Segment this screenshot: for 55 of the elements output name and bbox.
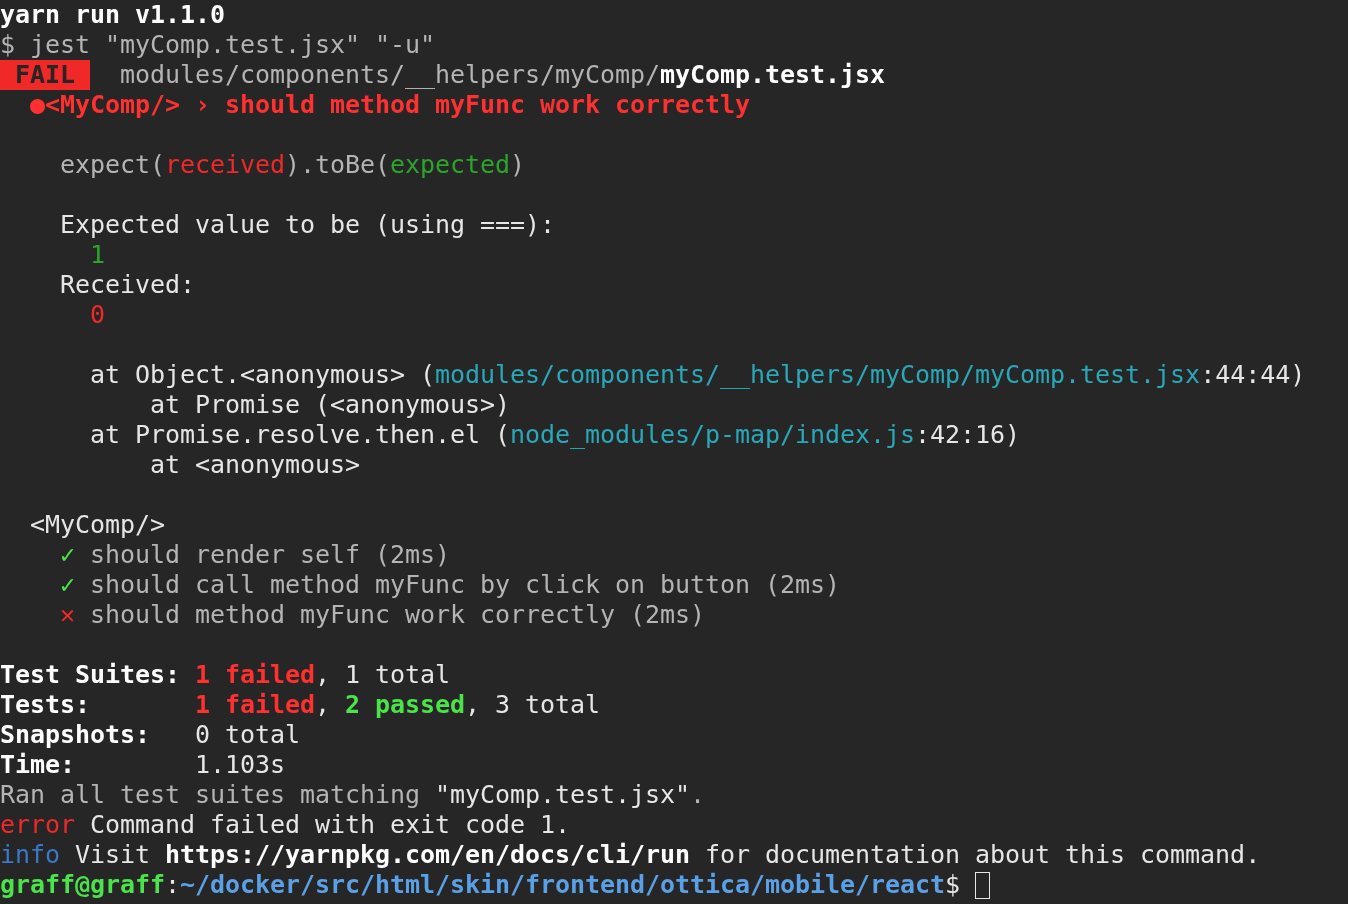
- terminal-text: node_modules/p-map/index.js: [510, 420, 916, 450]
- terminal-text: info: [0, 840, 60, 870]
- terminal-text: received: [165, 150, 286, 180]
- terminal-text: ✕: [59, 600, 75, 630]
- terminal-text: .: [690, 780, 706, 810]
- terminal-text: $: [945, 870, 961, 900]
- terminal-text: at Promise (<anonymous>): [149, 390, 511, 420]
- terminal-text: Snapshots:: [0, 720, 151, 750]
- terminal-text: 0 total: [195, 720, 301, 750]
- terminal-text: error: [0, 810, 75, 840]
- terminal-text: Command failed with exit code 1.: [89, 810, 571, 840]
- terminal-text: 0: [89, 300, 105, 330]
- terminal-text: , 1 total: [315, 660, 451, 690]
- terminal-text: should render self (2ms): [89, 540, 451, 570]
- terminal-text: ✓: [59, 540, 75, 570]
- terminal-text: ).toBe(: [285, 150, 391, 180]
- terminal-text: 1: [89, 240, 105, 270]
- terminal-text: modules/components/__helpers/myComp/: [119, 60, 661, 90]
- terminal-text: 1 failed: [195, 690, 316, 720]
- terminal-text: :: [165, 870, 181, 900]
- terminal-text: expect(: [59, 150, 165, 180]
- terminal-text: Received:: [59, 270, 196, 300]
- terminal-text: :42:16): [915, 420, 1021, 450]
- terminal-text: for documentation about this command.: [704, 840, 1261, 870]
- terminal-text: Ran all test suites matching: [0, 780, 422, 810]
- terminal-text: myComp.test.jsx: [660, 60, 886, 90]
- terminal-text: 2 passed: [345, 690, 466, 720]
- terminal-text: <MyComp/>: [29, 510, 165, 540]
- terminal-text: at Promise.resolve.then.el (: [89, 420, 511, 450]
- terminal-text: modules/components/__helpers/myComp/myComp.test.jsx: [435, 360, 1201, 390]
- terminal-text: 1 failed: [195, 660, 316, 690]
- terminal-text: 1.103s: [195, 750, 286, 780]
- terminal-text: expected: [390, 150, 511, 180]
- terminal-text: Time:: [0, 750, 76, 780]
- terminal-text: "myComp.test.jsx": [435, 780, 691, 810]
- terminal-text: ): [510, 150, 526, 180]
- terminal-text: ●<MyComp/> › should method myFunc work correctly: [29, 90, 751, 120]
- terminal-text: should call method myFunc by click on button (2ms): [89, 570, 841, 600]
- terminal-text: ✓: [59, 570, 75, 600]
- fail-badge: FAIL: [0, 60, 90, 90]
- terminal-text: Expected value to be (using ===):: [59, 210, 556, 240]
- terminal-text: ~/docker/src/html/skin/frontend/ottica/mobile/react: [180, 870, 946, 900]
- terminal-text: yarn run v1.1.0: [0, 0, 226, 30]
- terminal-text: https://yarnpkg.com/en/docs/cli/run: [165, 840, 691, 870]
- terminal-text: should method myFunc work correctly (2ms): [89, 600, 706, 630]
- terminal-text: Tests:: [0, 690, 91, 720]
- terminal-text: $ jest "myComp.test.jsx" "-u": [0, 30, 436, 60]
- terminal-text: ,: [315, 690, 332, 720]
- terminal-text: Test Suites:: [0, 660, 181, 690]
- terminal-text: at <anonymous>: [149, 450, 361, 480]
- terminal-text: , 3 total: [465, 690, 601, 720]
- terminal-text: at Object.<anonymous> (: [89, 360, 436, 390]
- terminal-text: graff@graff: [0, 870, 165, 900]
- terminal-text: Visit: [74, 840, 152, 870]
- terminal-text: :44:44): [1200, 360, 1306, 390]
